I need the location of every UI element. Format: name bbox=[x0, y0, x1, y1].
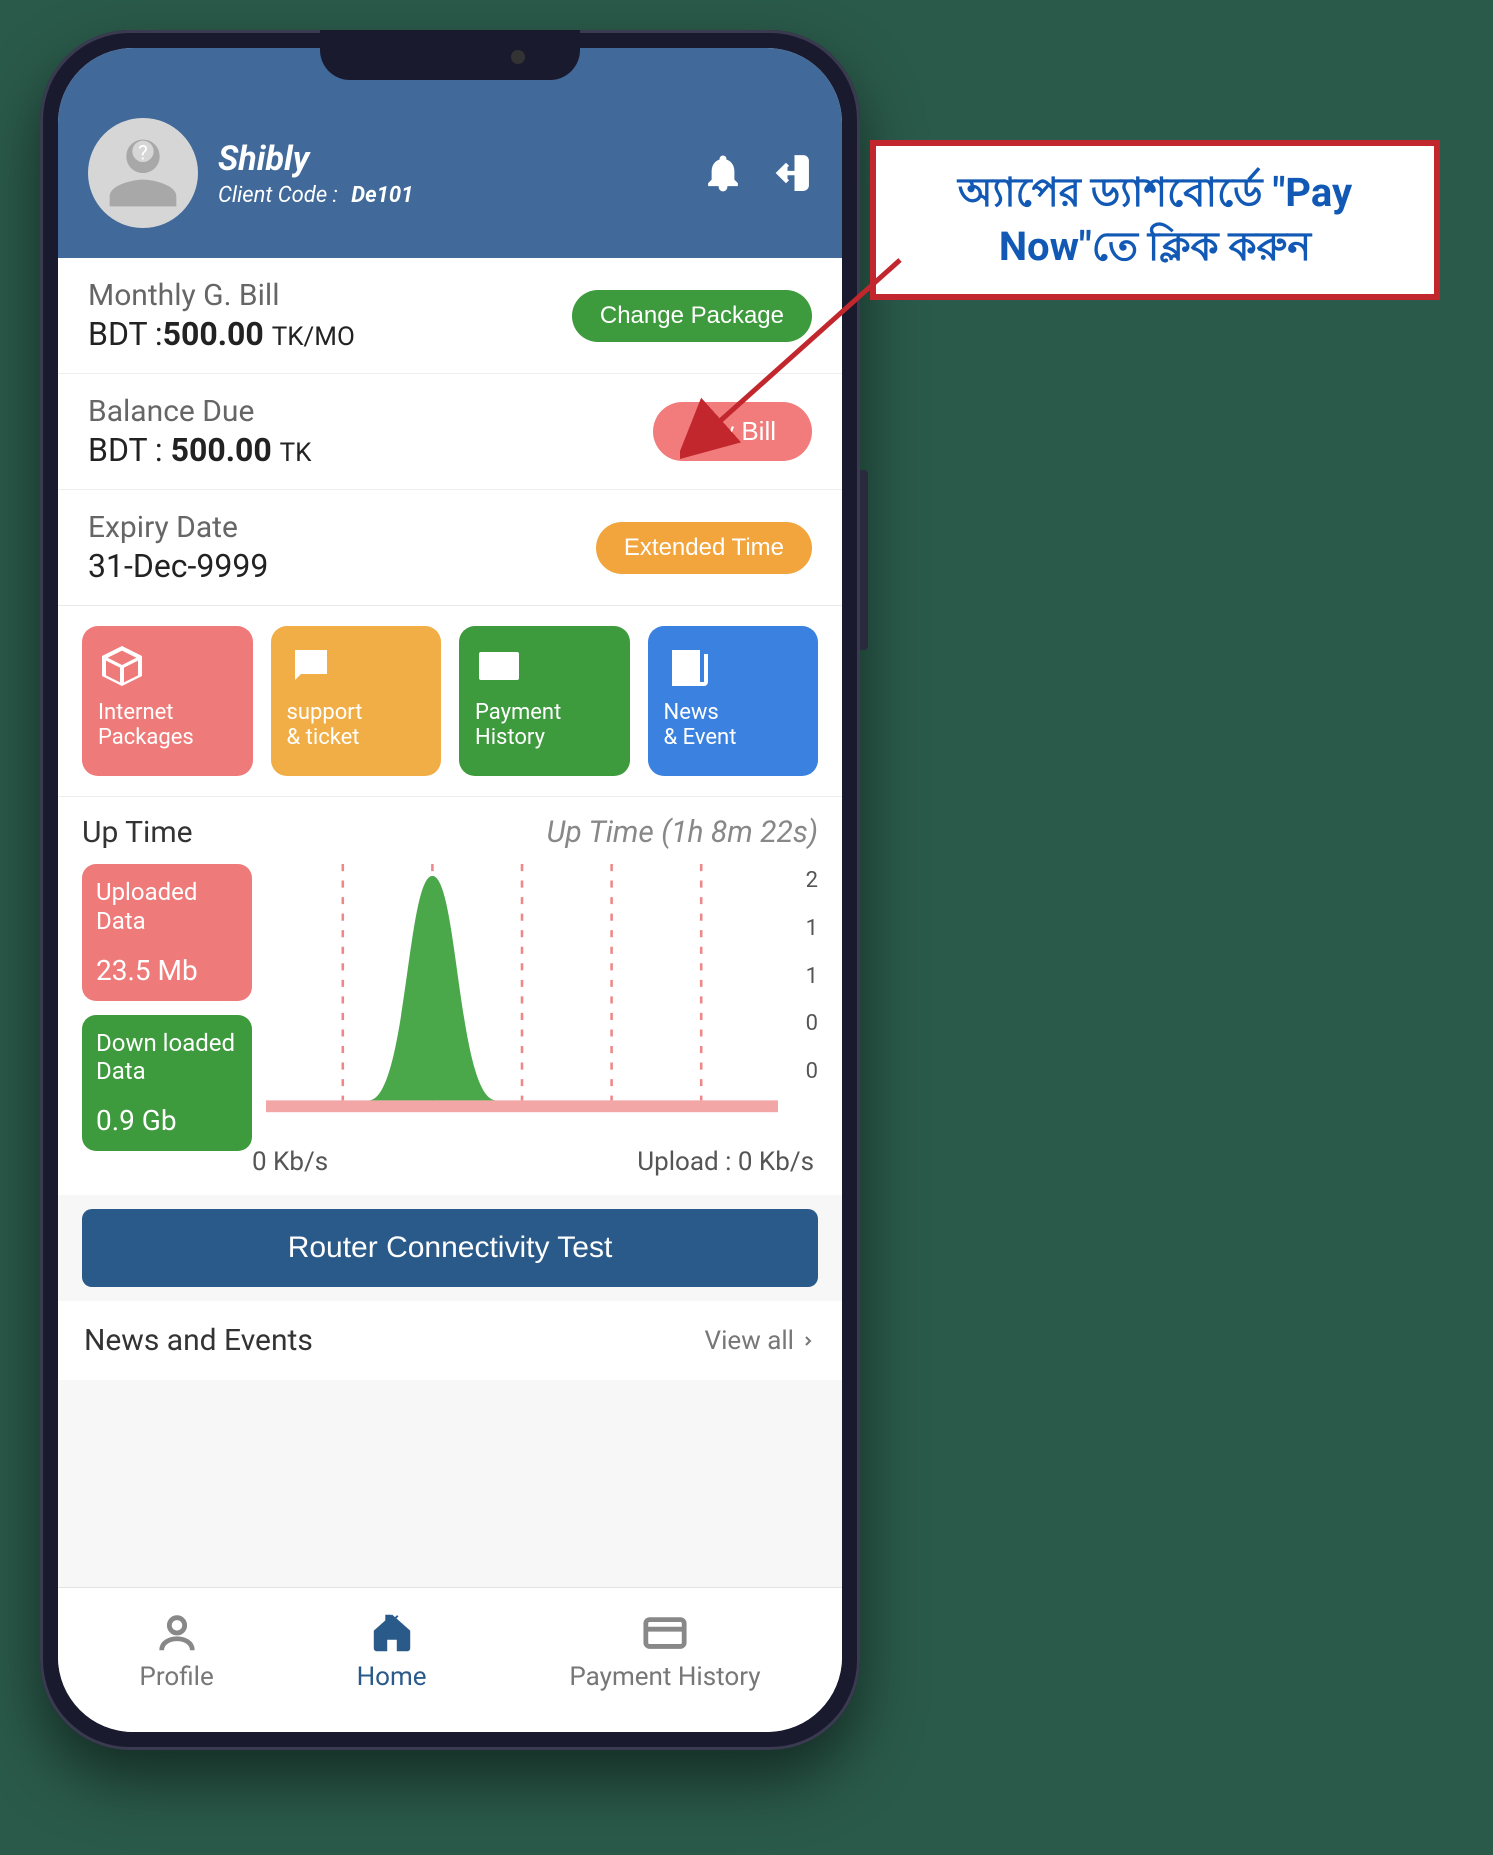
router-connectivity-button[interactable]: Router Connectivity Test bbox=[82, 1209, 818, 1287]
avatar[interactable]: ? bbox=[88, 118, 198, 228]
user-name: Shibly bbox=[218, 139, 682, 179]
profile-icon bbox=[154, 1610, 200, 1656]
home-icon bbox=[369, 1610, 415, 1656]
chart-yticks: 2 1 1 0 0 bbox=[806, 864, 818, 1124]
news-icon bbox=[664, 642, 712, 690]
bill-section: Monthly G. Bill BDT :500.00 TK/MO Change… bbox=[58, 258, 842, 606]
download-speed: 0 Kb/s bbox=[252, 1147, 328, 1177]
tile-news-event[interactable]: News& Event bbox=[648, 626, 819, 776]
svg-text:?: ? bbox=[138, 141, 147, 165]
uploaded-label: Uploaded Data bbox=[96, 878, 238, 936]
chevron-right-icon bbox=[800, 1333, 816, 1349]
change-package-button[interactable]: Change Package bbox=[572, 290, 812, 342]
instruction-callout: অ্যাপের ড্যাশবোর্ডে "Pay Now"তে ক্লিক কর… bbox=[870, 140, 1440, 300]
news-title: News and Events bbox=[84, 1323, 313, 1358]
downloaded-value: 0.9 Gb bbox=[96, 1104, 238, 1137]
balance-due-label: Balance Due bbox=[88, 394, 311, 429]
view-all-link[interactable]: View all bbox=[705, 1326, 816, 1356]
traffic-chart: 2 1 1 0 0 bbox=[266, 864, 818, 1151]
client-code-label: Client Code : bbox=[218, 183, 338, 208]
chat-icon bbox=[287, 642, 335, 690]
card-nav-icon bbox=[642, 1610, 688, 1656]
uptime-title: Up Time bbox=[82, 815, 193, 850]
logout-icon[interactable] bbox=[770, 152, 812, 194]
monthly-bill-label: Monthly G. Bill bbox=[88, 278, 355, 313]
app-screen: ? Shibly Client Code : De101 bbox=[58, 48, 842, 1732]
expiry-row: Expiry Date 31-Dec-9999 Extended Time bbox=[58, 490, 842, 605]
quick-tiles: InternetPackages support& ticket Payment… bbox=[58, 606, 842, 797]
speed-row: 0 Kb/s Upload : 0 Kb/s bbox=[82, 1147, 818, 1177]
nav-profile[interactable]: Profile bbox=[139, 1610, 213, 1692]
monthly-bill-row: Monthly G. Bill BDT :500.00 TK/MO Change… bbox=[58, 258, 842, 374]
bottom-nav: Profile Home Payment History bbox=[58, 1587, 842, 1732]
uploaded-card: Uploaded Data 23.5 Mb bbox=[82, 864, 252, 1001]
pay-bill-button[interactable]: Pay Bill bbox=[653, 402, 812, 461]
phone-frame: ? Shibly Client Code : De101 bbox=[40, 30, 860, 1750]
news-events-row: News and Events View all bbox=[58, 1301, 842, 1380]
uptime-block: Up Time Up Time (1h 8m 22s) Uploaded Dat… bbox=[58, 797, 842, 1195]
extended-time-button[interactable]: Extended Time bbox=[596, 522, 812, 574]
client-code-value: De101 bbox=[351, 183, 413, 208]
client-code-row: Client Code : De101 bbox=[218, 183, 682, 208]
uploaded-value: 23.5 Mb bbox=[96, 954, 238, 987]
monthly-bill-value: BDT :500.00 TK/MO bbox=[88, 315, 355, 353]
balance-due-row: Balance Due BDT : 500.00 TK Pay Bill bbox=[58, 374, 842, 490]
user-placeholder-icon: ? bbox=[103, 133, 183, 213]
user-block: Shibly Client Code : De101 bbox=[218, 139, 682, 208]
card-icon bbox=[475, 642, 523, 690]
callout-text: অ্যাপের ড্যাশবোর্ডে "Pay Now"তে ক্লিক কর… bbox=[958, 169, 1352, 270]
phone-notch bbox=[320, 30, 580, 80]
balance-due-value: BDT : 500.00 TK bbox=[88, 431, 311, 469]
nav-payment-history[interactable]: Payment History bbox=[569, 1610, 760, 1692]
upload-speed: Upload : 0 Kb/s bbox=[467, 1147, 814, 1177]
expiry-value: 31-Dec-9999 bbox=[88, 547, 268, 585]
nav-home[interactable]: Home bbox=[357, 1610, 427, 1692]
downloaded-label: Down loaded Data bbox=[96, 1029, 238, 1087]
package-icon bbox=[98, 642, 146, 690]
bell-icon[interactable] bbox=[702, 152, 744, 194]
content-area: Monthly G. Bill BDT :500.00 TK/MO Change… bbox=[58, 258, 842, 1587]
tile-support-ticket[interactable]: support& ticket bbox=[271, 626, 442, 776]
expiry-label: Expiry Date bbox=[88, 510, 268, 545]
tile-payment-history[interactable]: PaymentHistory bbox=[459, 626, 630, 776]
uptime-subtitle: Up Time (1h 8m 22s) bbox=[546, 815, 818, 850]
tile-internet-packages[interactable]: InternetPackages bbox=[82, 626, 253, 776]
downloaded-card: Down loaded Data 0.9 Gb bbox=[82, 1015, 252, 1152]
